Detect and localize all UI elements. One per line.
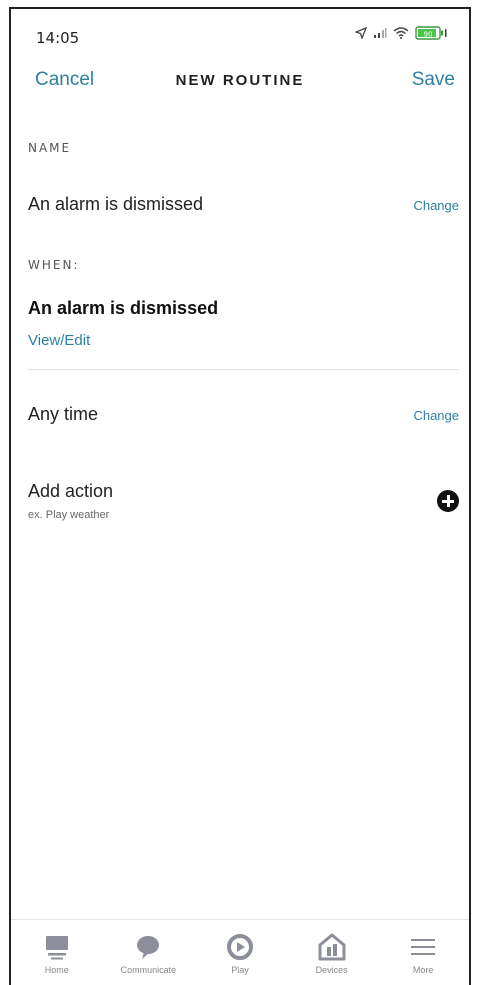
change-name-button[interactable]: Change — [413, 198, 459, 213]
battery-icon: 90 — [415, 26, 447, 40]
tab-devices[interactable]: Devices — [287, 932, 377, 975]
change-time-button[interactable]: Change — [413, 408, 459, 423]
play-icon — [225, 932, 255, 962]
section-divider — [28, 369, 459, 370]
home-icon — [42, 932, 72, 962]
tab-label-home: Home — [44, 965, 69, 975]
tab-label-devices: Devices — [315, 965, 348, 975]
time-value: Any time — [28, 404, 99, 424]
routine-name-value: An alarm is dismissed — [28, 194, 204, 214]
devices-icon — [317, 932, 347, 962]
tab-communicate[interactable]: Communicate — [103, 932, 193, 975]
tab-label-more: More — [412, 965, 434, 975]
when-section-label: WHEN: — [28, 258, 80, 272]
wifi-icon — [393, 27, 409, 39]
bottom-tab-bar: Home Communicate Play Devices More — [11, 919, 469, 985]
plus-circle-icon[interactable] — [437, 490, 459, 512]
tab-label-play: Play — [231, 965, 249, 975]
chat-bubble-icon — [133, 932, 163, 962]
save-button[interactable]: Save — [412, 69, 455, 91]
tab-play[interactable]: Play — [195, 932, 285, 975]
menu-icon — [408, 932, 438, 962]
status-icons: 90 — [355, 26, 447, 40]
location-arrow-icon — [355, 27, 367, 39]
tab-more[interactable]: More — [378, 932, 468, 975]
add-action-title[interactable]: Add action — [28, 481, 113, 502]
header-bar: Cancel NEW ROUTINE Save — [11, 61, 469, 101]
add-action-hint: ex. Play weather — [28, 509, 110, 521]
phone-screen: 14:05 90 Cancel NEW ROUTINE Save NAME An… — [9, 7, 471, 985]
view-edit-link[interactable]: View/Edit — [28, 332, 90, 349]
tab-home[interactable]: Home — [12, 932, 102, 975]
page-title: NEW ROUTINE — [175, 72, 305, 89]
tab-label-communicate: Communicate — [120, 965, 177, 975]
name-section-label: NAME — [28, 141, 72, 155]
battery-percent: 90 — [424, 31, 433, 39]
trigger-title: An alarm is dismissed — [28, 298, 219, 318]
status-bar: 14:05 90 — [11, 9, 469, 55]
status-time: 14:05 — [36, 29, 80, 47]
signal-icon — [373, 27, 387, 39]
